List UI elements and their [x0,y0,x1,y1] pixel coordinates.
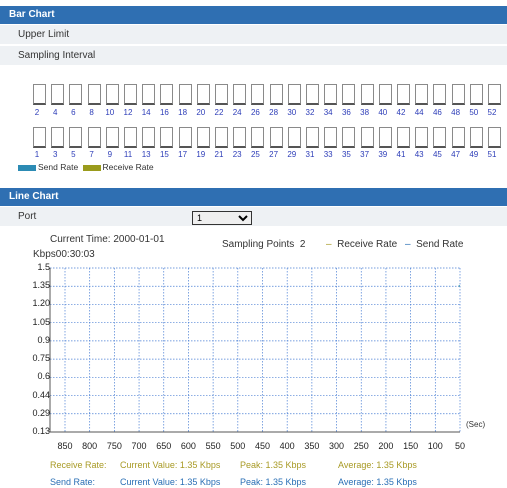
send-rate-label: Send Rate: [50,477,96,487]
y-tick-label: 1.35 [32,280,50,291]
data-point [458,285,461,287]
receive-peak: Peak: 1.35 Kbps [240,460,307,470]
receive-average: Average: 1.35 Kbps [338,460,417,470]
line-chart-plot [49,267,461,433]
y-tick-label: 1.05 [32,316,50,327]
send-peak: Peak: 1.35 Kbps [240,477,307,487]
receive-rate-label: Receive Rate: [50,460,107,470]
y-tick-label: 1.20 [32,298,50,309]
y-tick-label: 0.6 [37,371,50,382]
y-tick-label: 1.5 [37,262,50,272]
y-tick-label: 0.44 [32,389,50,400]
x-tick-label: 50 [454,441,465,451]
send-average: Average: 1.35 Kbps [338,477,417,487]
receive-current: Current Value: 1.35 Kbps [120,460,221,470]
y-tick-label: 0.75 [32,353,50,364]
x-unit: (Sec) [466,420,486,429]
y-tick-label: 0.29 [32,407,50,418]
y-tick-label: 0.9 [37,334,50,345]
send-current: Current Value: 1.35 Kbps [120,477,221,487]
y-tick-label: 0.13 [32,426,50,436]
